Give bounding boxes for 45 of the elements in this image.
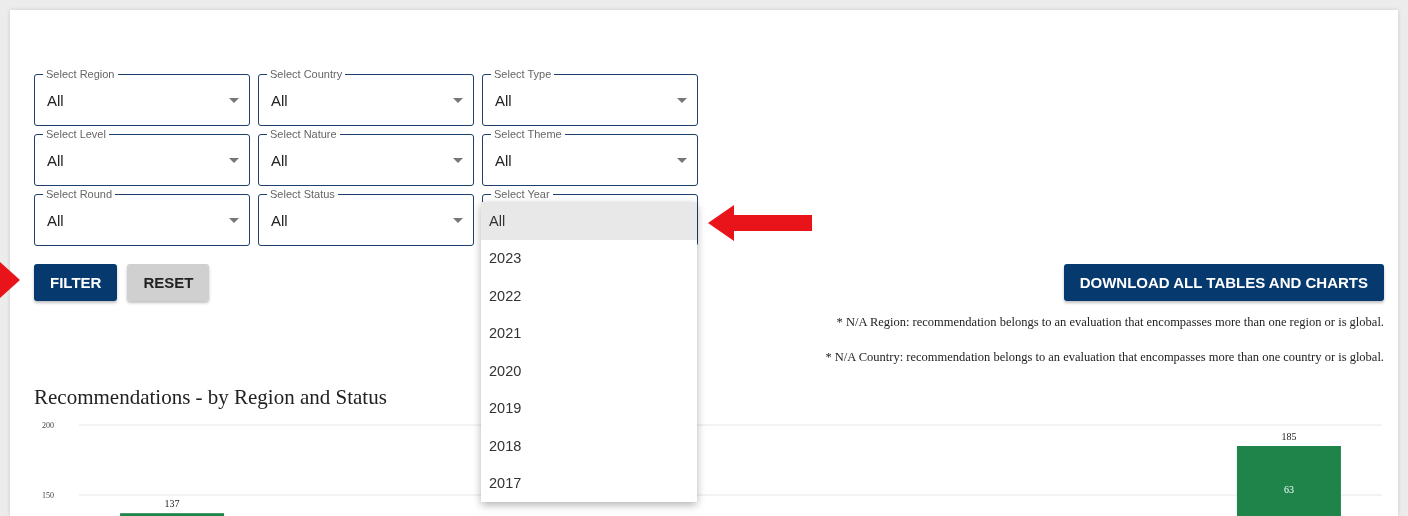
- field-label: Select Country: [267, 68, 346, 81]
- select-value: All: [47, 91, 64, 109]
- field-label: Select Type: [491, 68, 555, 81]
- select-value: All: [271, 151, 288, 169]
- select-value: All: [47, 211, 64, 229]
- menu-option[interactable]: 2017: [481, 464, 697, 502]
- field-label: Select Round: [43, 188, 116, 201]
- select-value: All: [47, 151, 64, 169]
- dropdown-caret-icon: [453, 217, 463, 223]
- dropdown-caret-icon: [677, 97, 687, 103]
- select-value: All: [495, 91, 512, 109]
- menu-option[interactable]: All: [481, 202, 697, 240]
- menu-option[interactable]: 2018: [481, 427, 697, 465]
- menu-option[interactable]: 2019: [481, 389, 697, 427]
- field-label: Select Theme: [491, 128, 565, 141]
- menu-option[interactable]: 2021: [481, 314, 697, 352]
- bar-value-label: 137: [164, 498, 180, 510]
- field-label: Select Status: [267, 188, 338, 201]
- dropdown-caret-icon: [229, 97, 239, 103]
- axis-tick-label: 150: [42, 491, 54, 500]
- dropdown-caret-icon: [453, 97, 463, 103]
- chart-title: Recommendations - by Region and Status: [34, 385, 387, 410]
- menu-option[interactable]: 2022: [481, 277, 697, 315]
- menu-option[interactable]: 2020: [481, 352, 697, 390]
- footnote: * N/A Country: recommendation belongs to an evaluation that encompasses more than one country or is global.: [825, 350, 1384, 365]
- dropdown-caret-icon: [677, 157, 687, 163]
- dropdown-caret-icon: [229, 217, 239, 223]
- field-label: Select Level: [43, 128, 109, 141]
- select-value: All: [495, 151, 512, 169]
- select-value: All: [271, 91, 288, 109]
- field-label: Select Nature: [267, 128, 340, 141]
- select-value: All: [271, 211, 288, 229]
- reset-button[interactable]: RESET: [127, 264, 210, 301]
- menu-option[interactable]: 2023: [481, 239, 697, 277]
- download-button[interactable]: DOWNLOAD ALL TABLES AND CHARTS: [1063, 264, 1384, 301]
- filter-button[interactable]: FILTER: [34, 264, 118, 301]
- field-label: Select Year: [491, 188, 553, 201]
- dropdown-caret-icon: [229, 157, 239, 163]
- pointer-arrow: [0, 262, 20, 298]
- field-label: Select Region: [43, 68, 118, 81]
- bar-value-label: 185: [1281, 431, 1297, 442]
- bar-segment-label: 63: [1283, 484, 1294, 495]
- dropdown-caret-icon: [453, 157, 463, 163]
- footnote: * N/A Region: recommendation belongs to an evaluation that encompasses more than one region or is global.: [836, 315, 1384, 330]
- axis-tick-label: 200: [42, 421, 54, 430]
